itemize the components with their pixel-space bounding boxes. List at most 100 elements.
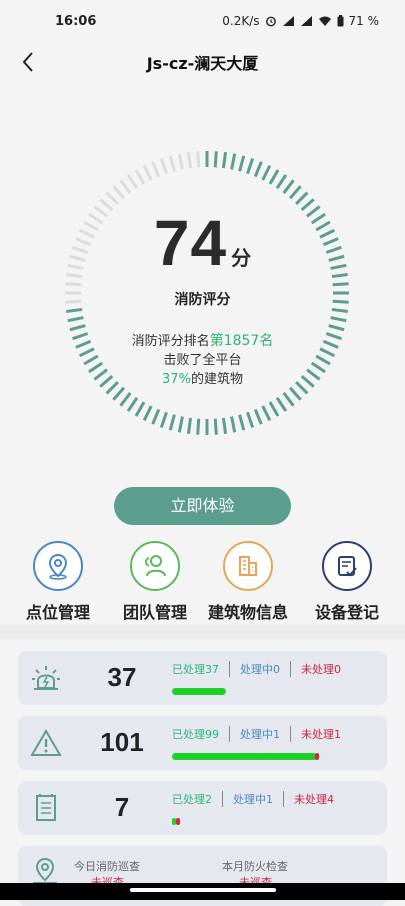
stat-breakdown: 已处理37 处理中0 未处理0 [172, 661, 341, 677]
try-now-button[interactable]: 立即体验 [114, 487, 291, 525]
home-indicator[interactable] [130, 888, 276, 892]
stat-count: 101 [100, 727, 144, 757]
alarm-clock-icon [265, 15, 277, 27]
gauge-tick [112, 386, 126, 401]
system-nav-bar [0, 883, 405, 900]
stat-card-documents[interactable]: 7 已处理2 处理中1 未处理4 [18, 781, 387, 835]
stat-card-alarms[interactable]: 37 已处理37 处理中0 未处理0 [18, 651, 387, 705]
rank-value: 第1857名 [209, 333, 274, 349]
shortcut-team-management[interactable]: 团队管理 [105, 541, 205, 623]
gauge-tick [168, 414, 176, 431]
gauge-tick [238, 155, 246, 172]
gauge-tick [221, 152, 228, 169]
rank-prefix: 消防评分排名 [131, 334, 210, 349]
section-divider [0, 625, 405, 639]
stat-breakdown: 已处理99 处理中1 未处理1 [172, 726, 341, 742]
building-icon [223, 541, 273, 591]
stat-in-progress: 处理中0 [240, 663, 280, 676]
gauge-tick [142, 164, 153, 181]
gauge-tick [177, 153, 184, 170]
gauge-tick [268, 169, 280, 185]
gauge-tick [253, 161, 263, 178]
gauge-tick [142, 405, 153, 422]
signal-icon-2 [300, 15, 313, 27]
page-title: Js-cz-澜天大厦 [146, 54, 259, 73]
gauge-tick [230, 416, 237, 433]
stat-breakdown: 已处理2 处理中1 未处理4 [172, 791, 334, 807]
gauge-tick [105, 191, 119, 205]
beat-text: 击败了全平台 [163, 353, 242, 368]
today-patrol-label: 今日消防巡查 [74, 860, 140, 873]
gauge-tick [213, 418, 218, 435]
shortcut-row: 点位管理 团队管理 建筑物信息 设备登记 [0, 541, 405, 623]
shortcut-label: 团队管理 [122, 603, 187, 622]
beat-line: 37%的建筑物 [0, 368, 405, 387]
stat-in-progress: 处理中1 [240, 728, 280, 741]
gauge-tick [66, 307, 83, 314]
shortcut-location-management[interactable]: 点位管理 [8, 541, 108, 623]
battery-icon [337, 15, 344, 27]
shortcut-device-registration[interactable]: 设备登记 [297, 541, 397, 623]
nav-bar: Js-cz-澜天大厦 [0, 44, 405, 80]
gauge-tick [186, 417, 193, 434]
gauge-tick [221, 417, 228, 434]
gauge-tick [246, 158, 255, 175]
gauge-tick [119, 179, 132, 194]
gauge-tick [261, 405, 272, 422]
progress-pending [315, 753, 319, 760]
gauge-tick [288, 185, 302, 200]
gauge-tick [112, 185, 126, 200]
location-pin-icon [33, 541, 83, 591]
gauge-tick [330, 316, 347, 323]
gauge-tick [332, 282, 349, 287]
gauge-tick [196, 418, 201, 435]
status-time: 16:06 [55, 14, 97, 29]
shortcut-label: 建筑物信息 [207, 603, 288, 622]
gauge-tick [186, 152, 193, 169]
gauge-tick [159, 158, 168, 175]
gauge-tick [151, 408, 161, 425]
gauge-tick [230, 153, 237, 170]
stat-done: 已处理37 [172, 663, 219, 676]
gauge-tick [134, 169, 146, 185]
battery-level: 71 % [348, 14, 380, 28]
gauge-tick [126, 174, 139, 190]
stat-pending: 未处理0 [301, 663, 341, 676]
beat-suffix: 的建筑物 [190, 372, 243, 387]
gauge-tick [282, 392, 295, 407]
gauge-tick [196, 151, 201, 168]
gauge-tick [213, 151, 218, 168]
gauge-tick [253, 408, 263, 425]
progress-done [172, 688, 226, 695]
stat-count: 7 [114, 792, 130, 822]
gauge-tick [268, 401, 280, 417]
checklist-icon [322, 541, 372, 591]
gauge-tick [275, 174, 288, 190]
gauge-tick [331, 307, 348, 314]
gauge-tick [288, 386, 302, 401]
gauge-tick [151, 161, 161, 178]
gauge-tick [275, 396, 288, 412]
gauge-tick [119, 392, 132, 407]
network-speed: 0.2K/s [222, 14, 260, 28]
stat-card-warnings[interactable]: 101 已处理99 处理中1 未处理1 [18, 716, 387, 770]
rank-line: 消防评分排名第1857名 [0, 330, 405, 350]
wifi-icon [318, 15, 332, 27]
gauge-tick [238, 414, 246, 431]
shortcut-label: 设备登记 [314, 603, 379, 622]
month-check-label: 本月防火检查 [222, 860, 288, 873]
shortcut-building-info[interactable]: 建筑物信息 [198, 541, 298, 623]
gauge-tick [282, 179, 295, 194]
gauge-tick [261, 164, 272, 181]
status-bar: 16:06 0.2K/s 71 % [0, 0, 405, 44]
gauge-tick [246, 411, 255, 428]
stat-in-progress: 处理中1 [233, 793, 273, 806]
progress-done [172, 753, 317, 760]
shortcut-label: 点位管理 [25, 603, 90, 622]
gauge-tick [177, 416, 184, 433]
gauge-tick [126, 396, 139, 412]
gauge-tick [295, 191, 309, 205]
progress-pending [176, 818, 180, 825]
stat-pending: 未处理1 [301, 728, 341, 741]
status-icons: 0.2K/s 71 % [222, 14, 379, 28]
